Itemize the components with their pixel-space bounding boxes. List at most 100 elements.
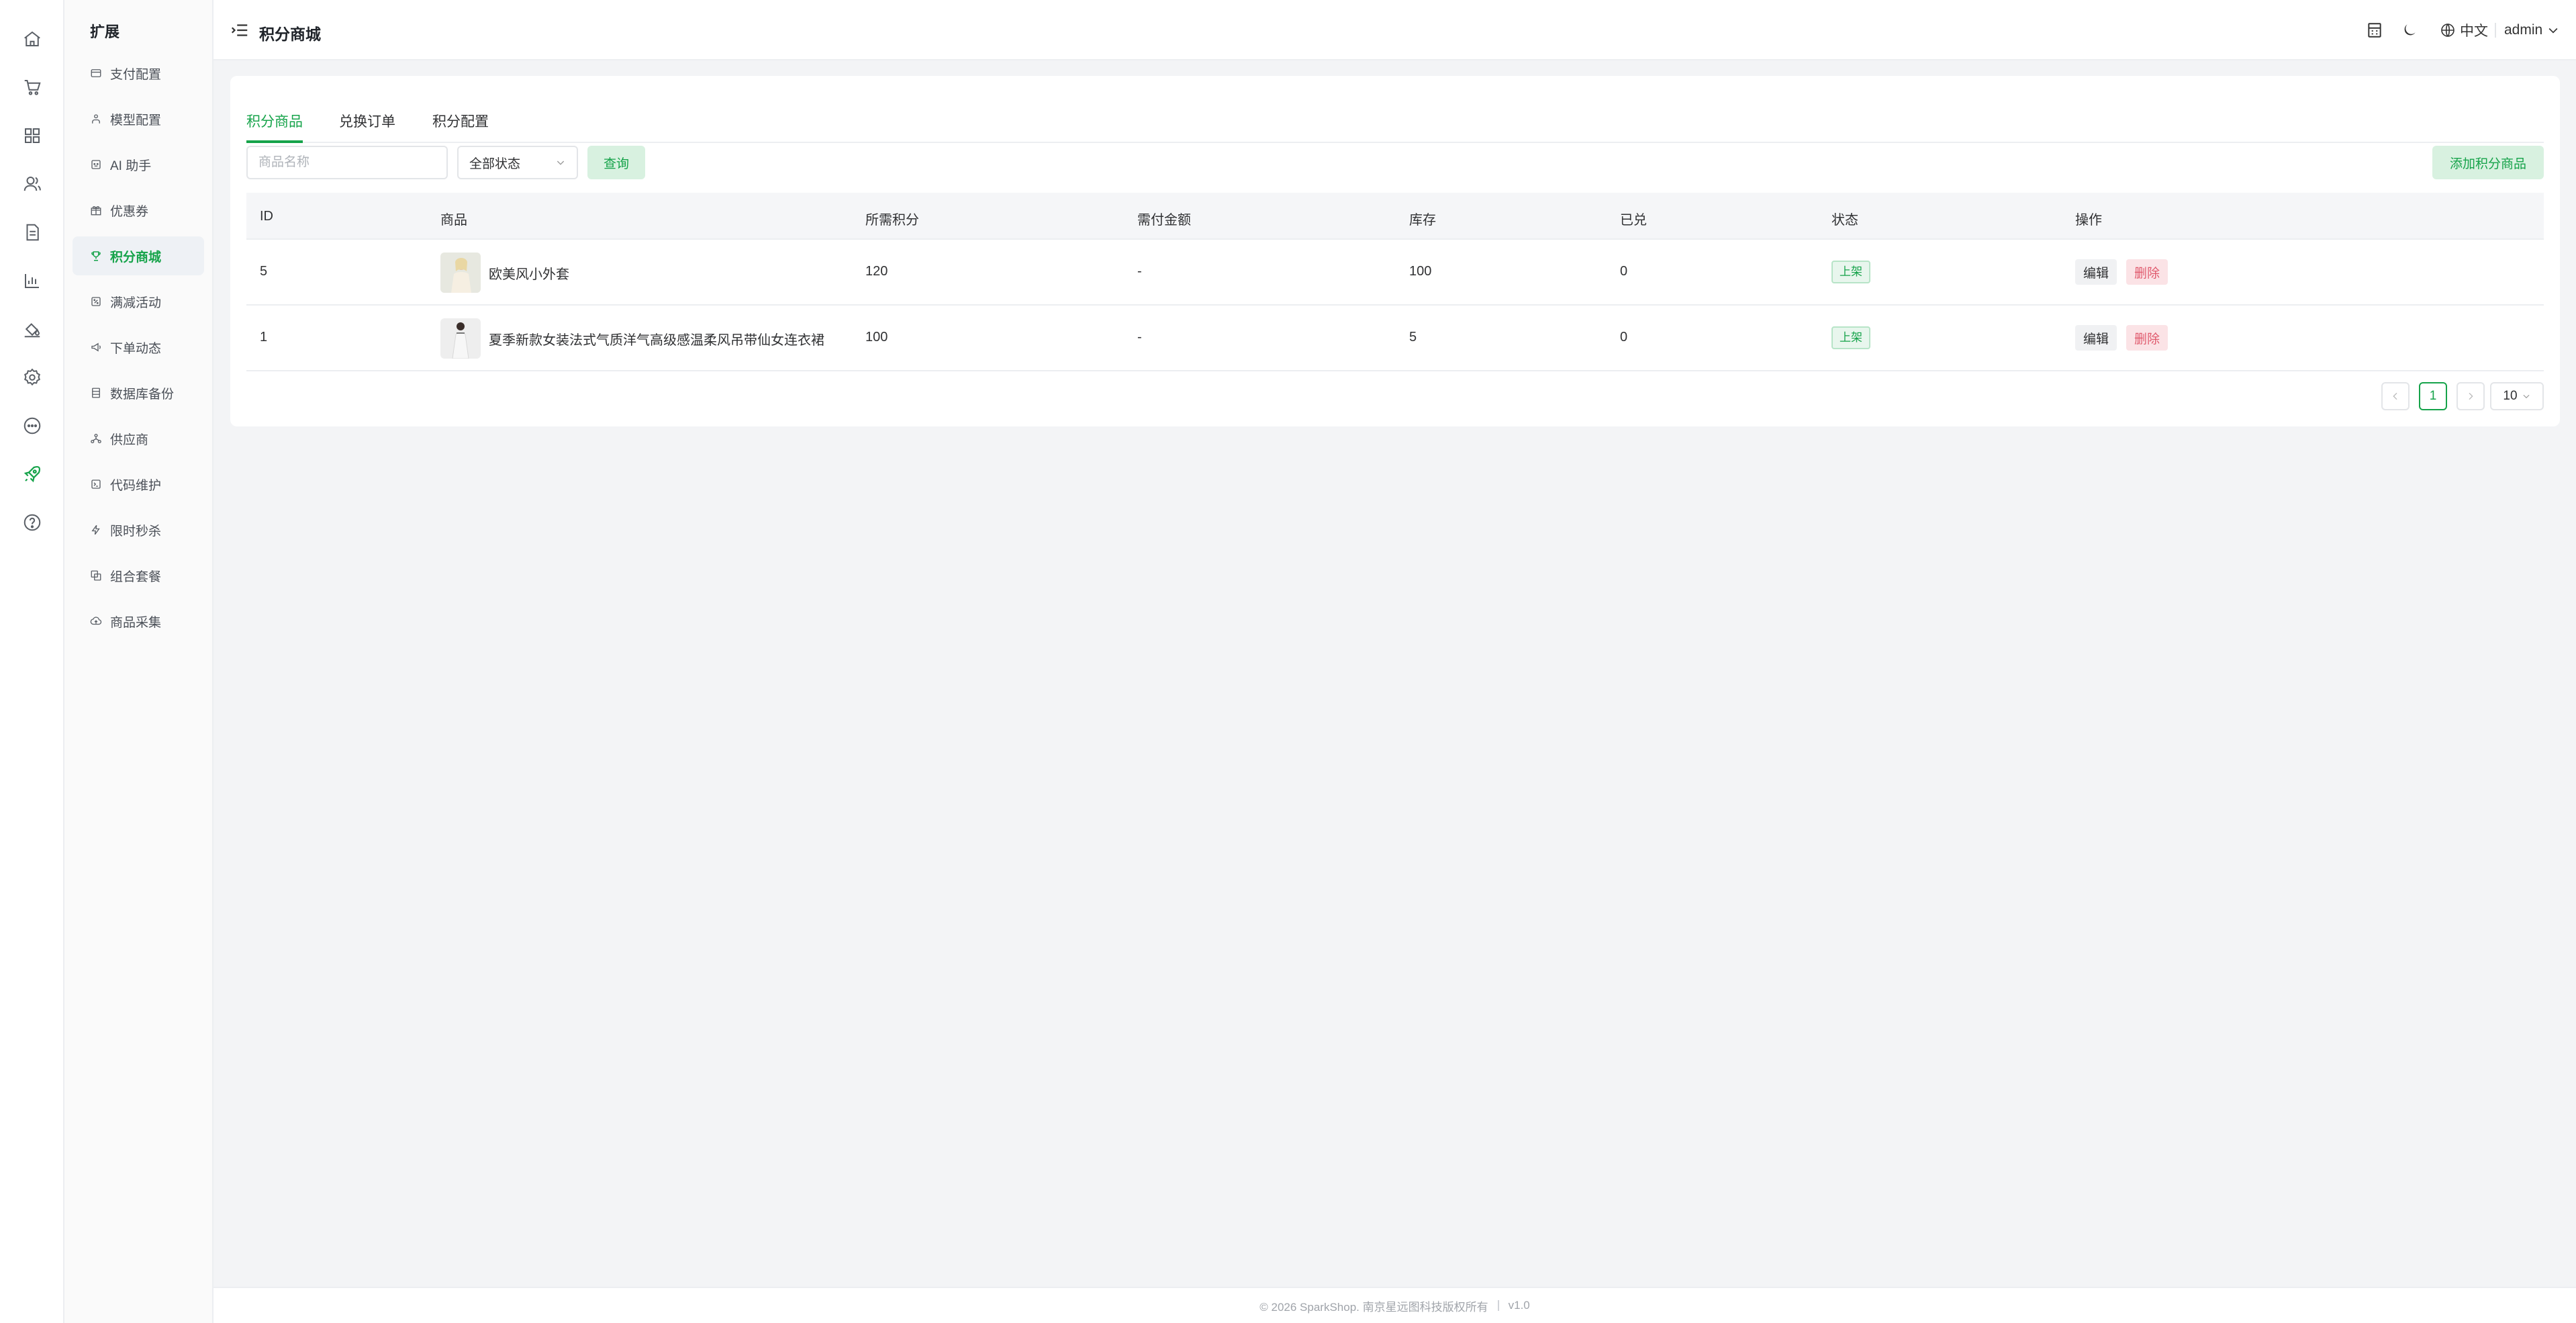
header-divider (2495, 23, 2496, 38)
nav-messages[interactable] (16, 410, 48, 442)
page-size-select[interactable]: 10 (2490, 382, 2544, 410)
cart-icon (24, 80, 41, 95)
calculator-button[interactable] (2365, 20, 2385, 40)
tab-bar: 积分商品 兑换订单 积分配置 (246, 103, 2544, 143)
submenu-item-order-feed[interactable]: 下单动态 (73, 328, 204, 367)
submenu-item-label: 满减活动 (110, 295, 162, 310)
product-name: 欧美风小外套 (489, 267, 569, 282)
chevron-down-icon (2523, 394, 2530, 399)
points-mall-card: 积分商品 兑换订单 积分配置 全部状态 查询 添加积分商品 ID 商品 所需积分… (230, 76, 2560, 426)
model-icon (92, 114, 100, 124)
submenu-item-model[interactable]: 模型配置 (73, 99, 204, 138)
cell-price: - (1137, 264, 1142, 279)
footer-version: v1.0 (1508, 1299, 1530, 1312)
prev-page-button[interactable] (2381, 382, 2410, 410)
add-points-product-button[interactable]: 添加积分商品 (2432, 146, 2544, 179)
discount-icon (91, 297, 101, 306)
app-root: 扩展 支付配置 模型配置 AI 助手 优惠券 积分商城 满减活动 下单动态 数据… (0, 0, 2576, 1323)
submenu-item-supplier[interactable]: 供应商 (73, 419, 204, 458)
submenu-item-collect[interactable]: 商品采集 (73, 602, 204, 641)
page-button-current[interactable]: 1 (2419, 382, 2447, 410)
submenu-item-label: AI 助手 (110, 158, 152, 173)
nav-statistics[interactable] (16, 265, 48, 297)
submenu-item-coupon[interactable]: 优惠券 (73, 191, 204, 230)
bundle-icon (91, 570, 101, 581)
cell-points: 120 (865, 264, 888, 279)
users-icon (23, 177, 41, 191)
column-header: ID (260, 209, 273, 224)
ai-icon (91, 160, 101, 169)
cell-redeemed: 0 (1620, 330, 1628, 345)
cloud-icon (90, 617, 102, 625)
trophy-icon (91, 251, 101, 261)
supplier-icon (91, 433, 101, 444)
cell-product: 夏季新款女装法式气质洋气高级感温柔风吊带仙女连衣裙 (440, 318, 824, 359)
submenu-item-discount[interactable]: 满减活动 (73, 282, 204, 321)
nav-help[interactable] (16, 506, 48, 539)
cell-id: 1 (260, 330, 268, 345)
table-row: 5 欧美风小外套 120 - 100 0 上架 编辑 删除 (246, 240, 2544, 306)
top-header: 积分商城 中文 admin (213, 0, 2576, 60)
nav-products[interactable] (16, 120, 48, 152)
status-badge: 上架 (1831, 326, 1870, 349)
submenu-item-payment[interactable]: 支付配置 (73, 54, 204, 93)
submenu-item-code[interactable]: 代码维护 (73, 465, 204, 504)
edit-button[interactable]: 编辑 (2075, 259, 2117, 285)
cell-id: 5 (260, 264, 268, 279)
nav-content[interactable] (16, 216, 48, 248)
submenu-item-label: 代码维护 (110, 478, 162, 493)
submenu-item-points-mall[interactable]: 积分商城 (73, 236, 204, 275)
edit-button[interactable]: 编辑 (2075, 325, 2117, 351)
column-header: 所需积分 (865, 213, 919, 228)
table-header: ID 商品 所需积分 需付金额 库存 已兑 状态 操作 (246, 193, 2544, 240)
delete-button[interactable]: 删除 (2126, 259, 2168, 285)
nav-home[interactable] (16, 23, 48, 55)
language-switch[interactable]: 中文 (2440, 20, 2488, 40)
submenu-item-label: 积分商城 (110, 250, 162, 265)
user-name: admin (2504, 22, 2543, 38)
cell-price: - (1137, 330, 1142, 345)
chevron-left-icon (2393, 392, 2397, 400)
cell-points: 100 (865, 330, 888, 345)
user-menu[interactable]: admin (2504, 20, 2560, 40)
status-badge: 上架 (1831, 261, 1870, 283)
product-thumbnail (440, 318, 481, 359)
tab-points-settings[interactable]: 积分配置 (432, 111, 489, 143)
submenu-item-label: 数据库备份 (110, 387, 175, 402)
footer-copyright: © 2026 SparkShop. 南京星远图科技版权所有 (1259, 1300, 1488, 1314)
nav-orders[interactable] (16, 71, 48, 103)
megaphone-icon (91, 343, 101, 352)
column-header: 操作 (2075, 213, 2102, 228)
dark-mode-toggle[interactable] (2399, 20, 2420, 40)
submenu-item-label: 支付配置 (110, 67, 162, 82)
column-header: 状态 (1831, 213, 1858, 228)
footer-divider (1497, 1300, 1499, 1311)
footer: © 2026 SparkShop. 南京星远图科技版权所有 v1.0 (213, 1287, 2576, 1323)
points-products-table: ID 商品 所需积分 需付金额 库存 已兑 状态 操作 5 欧美风小外套 120… (246, 193, 2544, 371)
submenu-item-db-backup[interactable]: 数据库备份 (73, 373, 204, 412)
rocket-icon (23, 465, 41, 483)
nav-extensions[interactable] (16, 458, 48, 490)
submenu-item-ai[interactable]: AI 助手 (73, 145, 204, 184)
status-select[interactable]: 全部状态 (457, 146, 578, 179)
cell-stock: 100 (1409, 264, 1432, 279)
nav-decoration[interactable] (16, 313, 48, 345)
chevron-right-icon (2469, 392, 2473, 400)
chevron-down-icon (2548, 28, 2558, 34)
menu-fold-icon[interactable] (230, 20, 250, 40)
tab-exchange-orders[interactable]: 兑换订单 (339, 111, 395, 143)
submenu-item-bundle[interactable]: 组合套餐 (73, 556, 204, 595)
paint-bucket-icon (24, 323, 40, 338)
nav-settings[interactable] (16, 361, 48, 394)
delete-button[interactable]: 删除 (2126, 325, 2168, 351)
next-page-button[interactable] (2456, 382, 2485, 410)
gift-icon (91, 206, 101, 216)
query-button[interactable]: 查询 (587, 146, 645, 179)
tab-points-products[interactable]: 积分商品 (246, 111, 303, 143)
status-select-value: 全部状态 (469, 156, 521, 171)
submenu-item-flash-sale[interactable]: 限时秒杀 (73, 510, 204, 549)
gear-icon (24, 368, 40, 386)
nav-users[interactable] (16, 168, 48, 200)
product-name-input[interactable] (246, 146, 448, 179)
cell-redeemed: 0 (1620, 264, 1628, 279)
